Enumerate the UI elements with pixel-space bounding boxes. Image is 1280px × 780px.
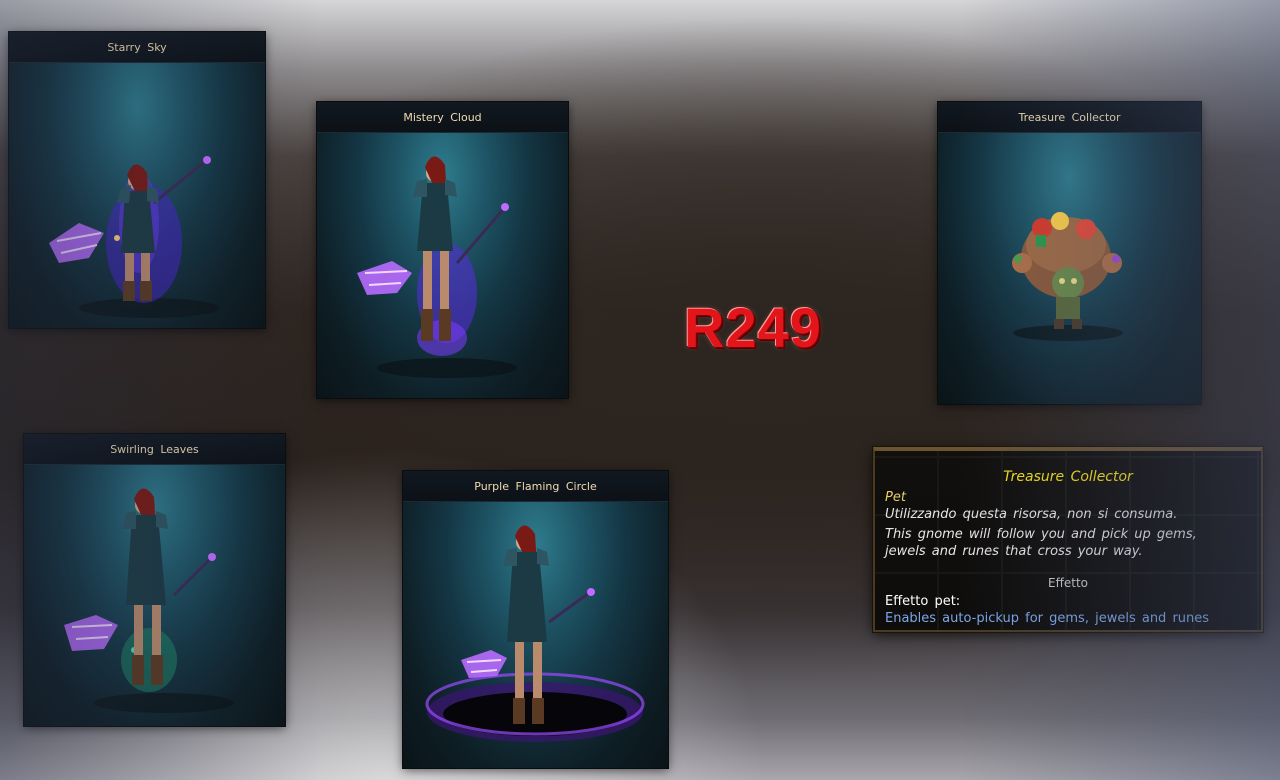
tooltip-item-type: Pet: [885, 490, 906, 505]
tooltip-description-line: This gnome will follow you and pick up g…: [885, 527, 1197, 542]
tooltip-effect-label: Effetto pet:: [885, 594, 961, 609]
card-title: Swirling Leaves: [24, 434, 285, 465]
card-title: Treasure Collector: [938, 102, 1201, 133]
card-title: Purple Flaming Circle: [403, 471, 668, 502]
tooltip-description-line: Utilizzando questa risorsa, non si consu…: [885, 507, 1178, 522]
card-purple-flaming-circle[interactable]: Purple Flaming Circle: [403, 471, 668, 768]
item-tooltip: Treasure Collector Pet Utilizzando quest…: [873, 447, 1263, 632]
tooltip-effect-value: Enables auto-pickup for gems, jewels and…: [885, 611, 1210, 626]
card-title: Mistery Cloud: [317, 102, 568, 133]
character-model-image: [425, 525, 645, 742]
pet-model-image: [1012, 212, 1123, 341]
character-preview: [24, 465, 285, 726]
card-starry-sky[interactable]: Starry Sky: [9, 32, 265, 328]
card-title: Starry Sky: [9, 32, 265, 63]
pet-preview: [938, 133, 1201, 404]
card-mistery-cloud[interactable]: Mistery Cloud: [317, 102, 568, 398]
character-model-image: [357, 156, 517, 378]
character-preview: [403, 502, 668, 768]
card-treasure-collector[interactable]: Treasure Collector: [938, 102, 1201, 404]
tooltip-title: Treasure Collector: [1003, 469, 1133, 485]
tooltip-description-line: jewels and runes that cross your way.: [885, 544, 1143, 559]
character-preview: [317, 133, 568, 398]
rank-label: R249: [684, 296, 822, 359]
character-preview: [9, 63, 265, 328]
character-model-image: [64, 488, 234, 713]
card-swirling-leaves[interactable]: Swirling Leaves: [24, 434, 285, 726]
character-model-image: [49, 156, 219, 318]
tooltip-section-heading: Effetto: [1048, 576, 1088, 590]
